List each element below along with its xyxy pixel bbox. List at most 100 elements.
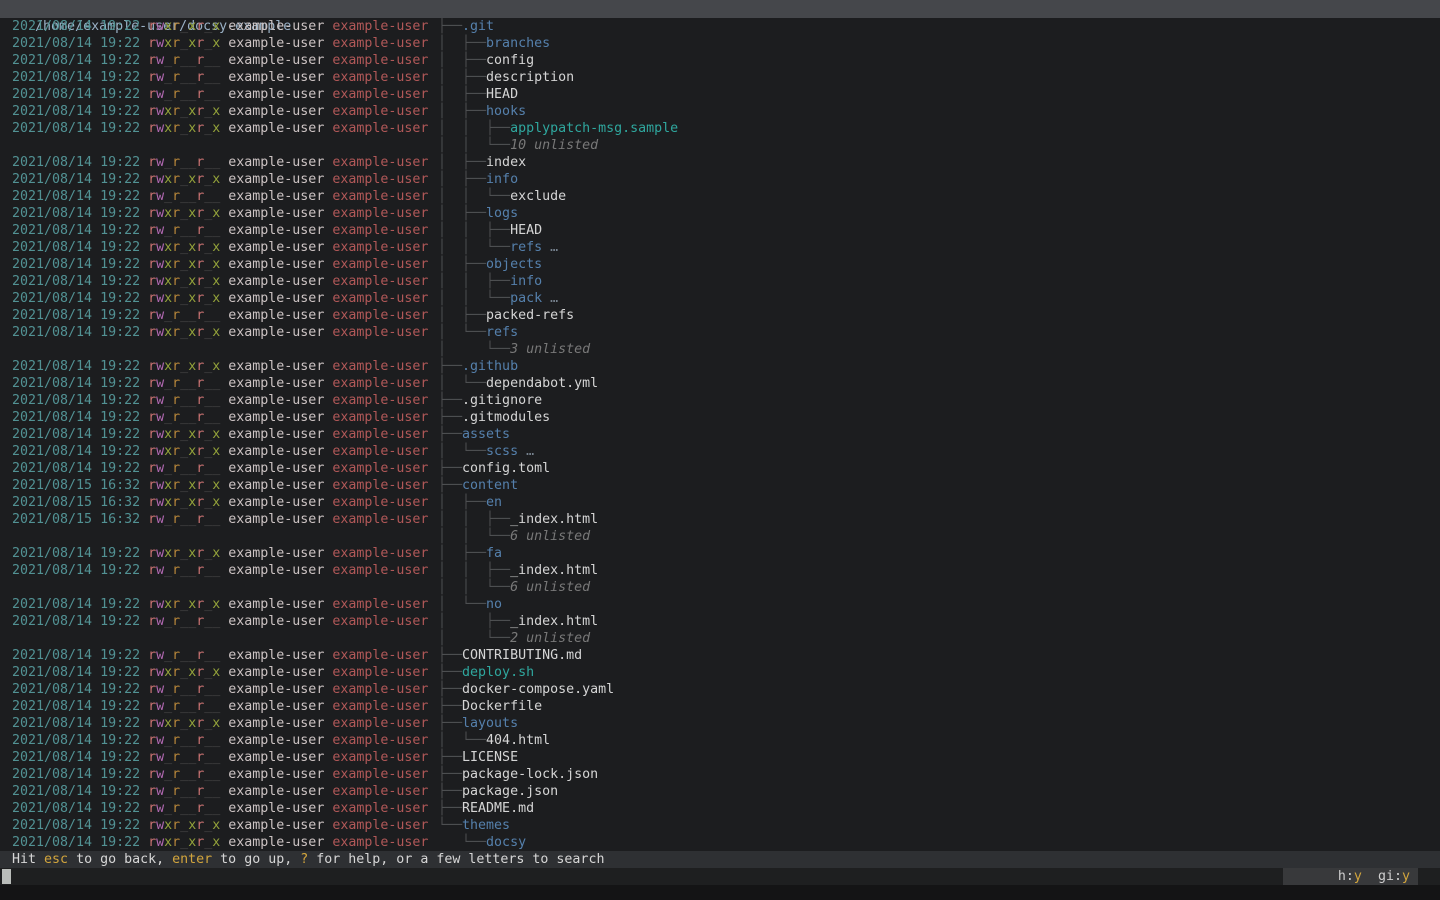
file-meta: 2021/08/14 19:22 rwxr_xr_x example-user …: [0, 359, 428, 374]
tree-entry-name[interactable]: README.md: [462, 801, 534, 816]
tree-entry-name[interactable]: .gitmodules: [462, 410, 550, 425]
perm-char: x: [164, 835, 172, 850]
tree-entry-name[interactable]: info: [486, 172, 518, 187]
modified-datetime: 2021/08/14 19:22: [4, 189, 148, 204]
perm-char: x: [188, 359, 196, 374]
text-cursor: [2, 869, 11, 884]
file-meta: 2021/08/14 19:22 rwxr_xr_x example-user …: [0, 818, 428, 833]
tree-entry-name[interactable]: Dockerfile: [462, 699, 542, 714]
perm-char: _: [164, 648, 172, 663]
tree-entry-name[interactable]: applypatch-msg.sample: [510, 121, 678, 136]
perm-char: w: [156, 835, 164, 850]
status-text: Hit: [12, 852, 44, 867]
tree-entry-name[interactable]: description: [486, 70, 574, 85]
tree-entry-name[interactable]: _index.html: [510, 512, 598, 527]
file-meta: 2021/08/14 19:22 rw_r__r__ example-user …: [0, 87, 428, 102]
tree-row: 2021/08/14 19:22 rwxr_xr_x example-user …: [0, 239, 1440, 256]
perm-char: _: [180, 206, 188, 221]
tree-branch-lines: │ │ ├──: [438, 563, 510, 578]
tree-row: 2021/08/14 19:22 rwxr_xr_x example-user …: [0, 273, 1440, 290]
perm-char: w: [156, 393, 164, 408]
tree-entry: │ │ └──exclude: [438, 188, 566, 205]
perm-char: r: [172, 189, 180, 204]
perm-char: r: [148, 733, 156, 748]
tree-entry-name[interactable]: config: [486, 53, 534, 68]
tree-branch-lines: ├──: [438, 801, 462, 816]
search-input-line[interactable]: h:y gi:y: [0, 868, 1440, 885]
owner-user: example-user: [220, 172, 332, 187]
tree-entry-name[interactable]: _index.html: [510, 614, 598, 629]
tree-entry-name[interactable]: logs: [486, 206, 518, 221]
owner-user: example-user: [220, 155, 332, 170]
tree-entry-name[interactable]: .github: [462, 359, 518, 374]
tree-entry-name[interactable]: fa: [486, 546, 502, 561]
tree-row: 2021/08/14 19:22 rw_r__r__ example-user …: [0, 154, 1440, 171]
tree-entry: │ │ └──refs …: [438, 239, 558, 256]
tree-entry-name[interactable]: exclude: [510, 189, 566, 204]
tree-entry-name[interactable]: .gitignore: [462, 393, 542, 408]
tree-entry-name[interactable]: HEAD: [510, 223, 542, 238]
tree-entry-name[interactable]: docker-compose.yaml: [462, 682, 614, 697]
tree-entry-name[interactable]: _index.html: [510, 563, 598, 578]
tree-entry-name[interactable]: hooks: [486, 104, 526, 119]
tree-branch-lines: ├──: [438, 427, 462, 442]
tree-entry: │ └──scss …: [438, 443, 534, 460]
tree-entry: │ ├──info: [438, 171, 518, 188]
permissions: rw_r__r__: [148, 767, 220, 782]
tree-entry-name[interactable]: package-lock.json: [462, 767, 598, 782]
perm-char: _: [180, 19, 188, 34]
perm-char: w: [156, 240, 164, 255]
tree-entry-name[interactable]: en: [486, 495, 502, 510]
perm-char: x: [188, 121, 196, 136]
perm-char: w: [156, 546, 164, 561]
permissions: rwxr_xr_x: [148, 325, 220, 340]
tree-entry-name[interactable]: package.json: [462, 784, 558, 799]
tree-entry-name[interactable]: deploy.sh: [462, 665, 534, 680]
tree-row: 2021/08/14 19:22 rw_r__r__ example-user …: [0, 783, 1440, 800]
tree-entry-name[interactable]: HEAD: [486, 87, 518, 102]
tree-entry-name[interactable]: themes: [462, 818, 510, 833]
perm-char: x: [164, 36, 172, 51]
owner-user: example-user: [220, 376, 332, 391]
tree-entry-name[interactable]: scss: [486, 444, 518, 459]
tree-entry-name[interactable]: dependabot.yml: [486, 376, 598, 391]
tree-entry-name[interactable]: .git: [462, 19, 494, 34]
owner-user: example-user: [220, 665, 332, 680]
tree-row: 2021/08/14 19:22 rw_r__r__ example-user …: [0, 52, 1440, 69]
tree-entry-name[interactable]: objects: [486, 257, 542, 272]
tree-entry-name[interactable]: refs: [510, 240, 542, 255]
tree-entry: │ │ └──6 unlisted: [438, 528, 590, 545]
tree-entry-name[interactable]: layouts: [462, 716, 518, 731]
tree-branch-lines: │ ├──: [438, 206, 486, 221]
tree-entry-name[interactable]: index: [486, 155, 526, 170]
tree-entry-name[interactable]: docsy: [486, 835, 526, 850]
file-meta: 2021/08/14 19:22 rwxr_xr_x example-user …: [0, 835, 428, 850]
tree-entry-name[interactable]: branches: [486, 36, 550, 51]
tree-entry-name[interactable]: content: [462, 478, 518, 493]
owner-group: example-user: [332, 750, 428, 765]
tree-entry-name[interactable]: config.toml: [462, 461, 550, 476]
modified-datetime: 2021/08/14 19:22: [4, 444, 148, 459]
tree-entry: ├──.github: [438, 358, 518, 375]
tree-entry-name[interactable]: refs: [486, 325, 518, 340]
tree-entry-name[interactable]: LICENSE: [462, 750, 518, 765]
tree-entry-name[interactable]: 404.html: [486, 733, 550, 748]
tree-entry-name[interactable]: info: [510, 274, 542, 289]
perm-char: r: [148, 563, 156, 578]
perm-char: _: [188, 699, 196, 714]
tree-entry-name[interactable]: pack: [510, 291, 542, 306]
tree-entry-name[interactable]: packed-refs: [486, 308, 574, 323]
perm-char: _: [164, 308, 172, 323]
perm-char: w: [156, 699, 164, 714]
permissions: rw_r__r__: [148, 308, 220, 323]
owner-group: example-user: [332, 172, 428, 187]
tree-entry-name[interactable]: no: [486, 597, 502, 612]
perm-char: _: [164, 512, 172, 527]
tree-entry-name[interactable]: CONTRIBUTING.md: [462, 648, 582, 663]
perm-char: r: [172, 767, 180, 782]
perm-char: x: [188, 546, 196, 561]
perm-char: _: [180, 325, 188, 340]
file-meta: 2021/08/14 19:22 rw_r__r__ example-user …: [0, 393, 428, 408]
tree-entry-name[interactable]: assets: [462, 427, 510, 442]
permissions: rw_r__r__: [148, 70, 220, 85]
